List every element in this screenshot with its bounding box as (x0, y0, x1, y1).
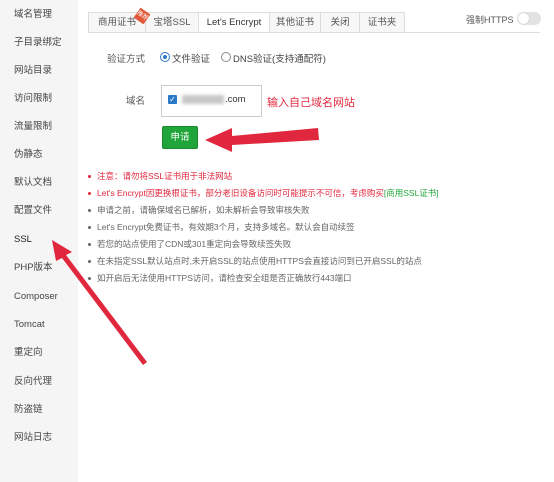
arrow-to-ssl-icon (52, 240, 147, 365)
annotation-arrows (52, 128, 319, 365)
arrow-to-apply-icon (205, 128, 319, 152)
